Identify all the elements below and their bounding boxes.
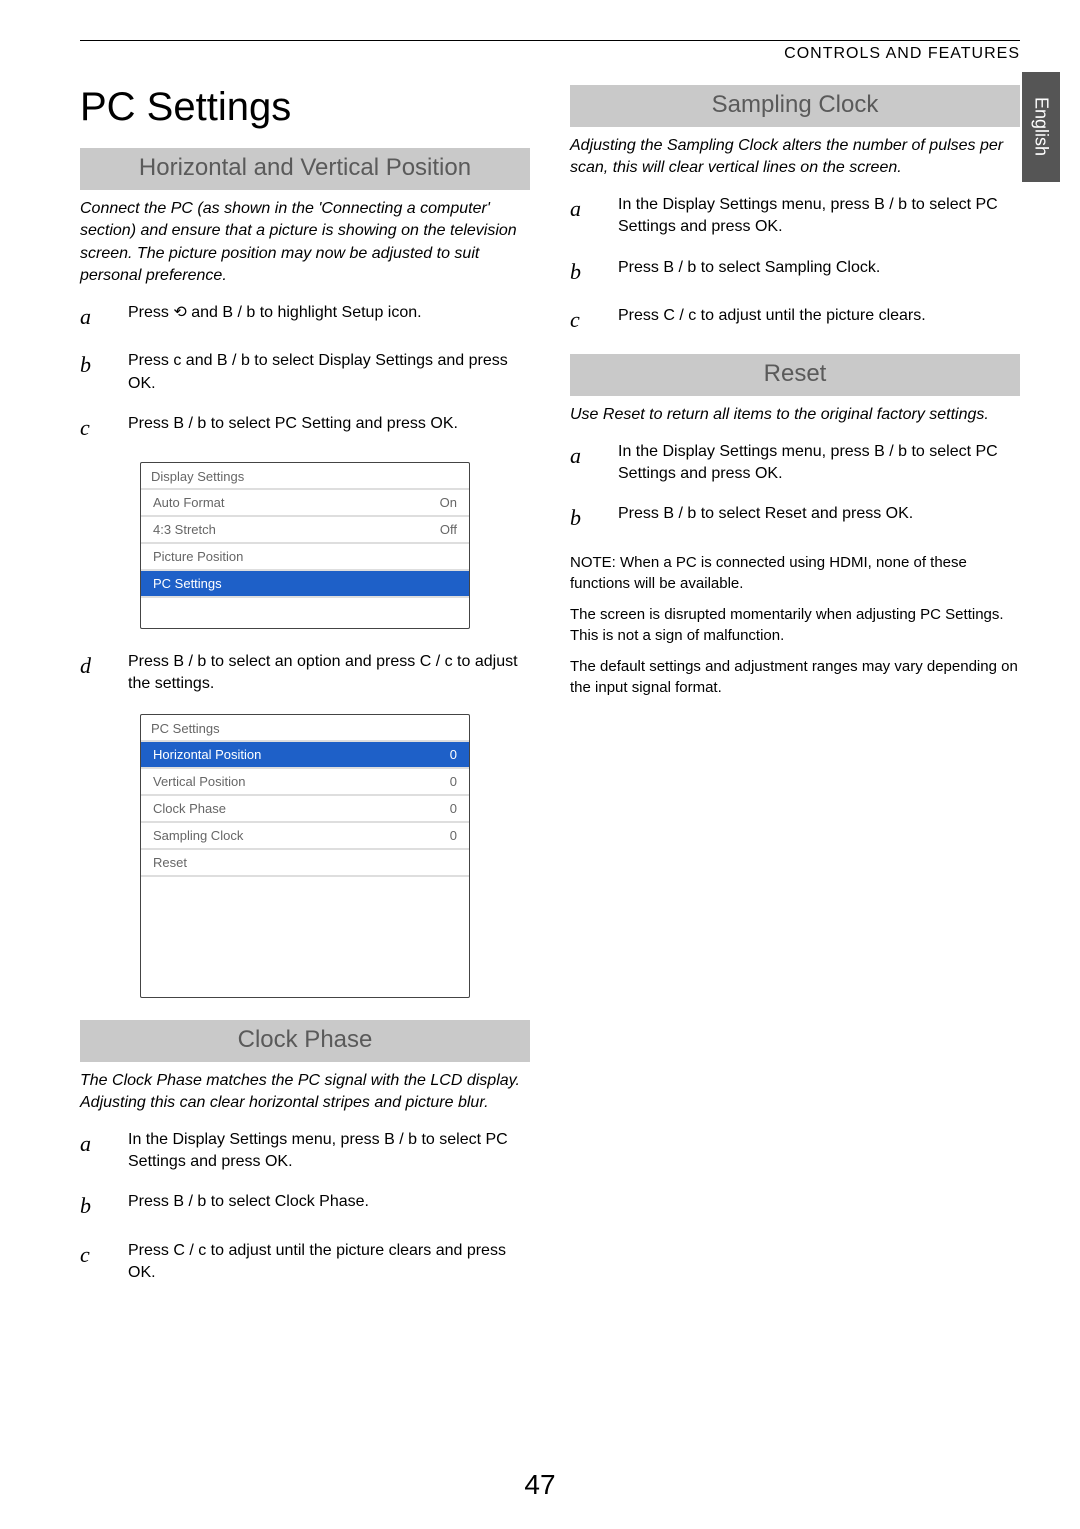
clock-phase-intro: The Clock Phase matches the PC signal wi…	[80, 1070, 530, 1115]
step-letter: a	[570, 194, 600, 239]
step-b: b Press c and B / b to select Display Se…	[80, 350, 530, 395]
display-settings-menu: Display Settings Auto Format On 4:3 Stre…	[140, 462, 470, 629]
step-body: In the Display Settings menu, press B / …	[618, 441, 1020, 486]
step-letter: b	[80, 1191, 110, 1222]
menu-row: Reset	[141, 850, 469, 877]
step-letter: a	[570, 441, 600, 486]
step-body: Press B / b to select an option and pres…	[128, 651, 530, 696]
menu-label: 4:3 Stretch	[153, 522, 216, 537]
step-body: Press B / b to select PC Setting and pre…	[128, 413, 530, 444]
step-body: Press B / b to select Clock Phase.	[128, 1191, 530, 1222]
menu-value: On	[440, 495, 457, 510]
cp-step-c: c Press C / c to adjust until the pictur…	[80, 1240, 530, 1285]
cp-step-a: a In the Display Settings menu, press B …	[80, 1129, 530, 1174]
step-letter: c	[80, 1240, 110, 1285]
menu-label: Clock Phase	[153, 801, 226, 816]
top-rule	[80, 40, 1020, 41]
cp-step-b: b Press B / b to select Clock Phase.	[80, 1191, 530, 1222]
section-clock-phase: Clock Phase	[80, 1020, 530, 1062]
sc-step-a: a In the Display Settings menu, press B …	[570, 194, 1020, 239]
menu-label: Vertical Position	[153, 774, 246, 789]
r-step-a: a In the Display Settings menu, press B …	[570, 441, 1020, 486]
sc-step-c: c Press C / c to adjust until the pictur…	[570, 305, 1020, 336]
menu-value: 0	[450, 801, 457, 816]
step-body: In the Display Settings menu, press B / …	[128, 1129, 530, 1174]
step-c: c Press B / b to select PC Setting and p…	[80, 413, 530, 444]
step-letter: a	[80, 1129, 110, 1174]
note-2: The screen is disrupted momentarily when…	[570, 604, 1020, 646]
sc-step-b: b Press B / b to select Sampling Clock.	[570, 257, 1020, 288]
sampling-intro: Adjusting the Sampling Clock alters the …	[570, 135, 1020, 180]
language-label: English	[1031, 97, 1052, 156]
page-title: PC Settings	[80, 85, 530, 130]
step-letter: c	[570, 305, 600, 336]
menu-label: Auto Format	[153, 495, 225, 510]
note-3: The default settings and adjustment rang…	[570, 656, 1020, 698]
step-letter: b	[570, 503, 600, 534]
step-body: Press B / b to select Reset and press OK…	[618, 503, 1020, 534]
menu-label: PC Settings	[153, 576, 222, 591]
step-body: Press C / c to adjust until the picture …	[618, 305, 1020, 336]
step-letter: a	[80, 302, 110, 333]
step-d: d Press B / b to select an option and pr…	[80, 651, 530, 696]
menu-row-selected: PC Settings	[141, 571, 469, 598]
hv-intro: Connect the PC (as shown in the 'Connect…	[80, 198, 530, 288]
menu-row: Sampling Clock 0	[141, 823, 469, 850]
step-body: Press c and B / b to select Display Sett…	[128, 350, 530, 395]
menu-value: 0	[450, 774, 457, 789]
section-hv-position: Horizontal and Vertical Position	[80, 148, 530, 190]
right-column: Sampling Clock Adjusting the Sampling Cl…	[570, 85, 1020, 1303]
menu-row: Clock Phase 0	[141, 796, 469, 823]
section-reset: Reset	[570, 354, 1020, 396]
step-letter: b	[570, 257, 600, 288]
menu-title: PC Settings	[141, 715, 469, 742]
menu-row: Vertical Position 0	[141, 769, 469, 796]
step-body: In the Display Settings menu, press B / …	[618, 194, 1020, 239]
r-step-b: b Press B / b to select Reset and press …	[570, 503, 1020, 534]
pc-settings-menu: PC Settings Horizontal Position 0 Vertic…	[140, 714, 470, 998]
menu-label: Picture Position	[153, 549, 243, 564]
menu-label: Sampling Clock	[153, 828, 243, 843]
menu-row-selected: Horizontal Position 0	[141, 742, 469, 769]
menu-row: Auto Format On	[141, 490, 469, 517]
language-tab: English	[1022, 72, 1060, 182]
menu-value: 0	[450, 828, 457, 843]
note-1: NOTE: When a PC is connected using HDMI,…	[570, 552, 1020, 594]
menu-value: Off	[440, 522, 457, 537]
step-body: Press B / b to select Sampling Clock.	[618, 257, 1020, 288]
menu-value: 0	[450, 747, 457, 762]
menu-row: Picture Position	[141, 544, 469, 571]
page-columns: PC Settings Horizontal and Vertical Posi…	[80, 85, 1020, 1303]
menu-row: 4:3 Stretch Off	[141, 517, 469, 544]
header-right: CONTROLS AND FEATURES	[80, 45, 1020, 63]
step-a: a Press ⟲ and B / b to highlight Setup i…	[80, 302, 530, 333]
left-column: PC Settings Horizontal and Vertical Posi…	[80, 85, 530, 1303]
step-body: Press ⟲ and B / b to highlight Setup ico…	[128, 302, 530, 333]
step-body: Press C / c to adjust until the picture …	[128, 1240, 530, 1285]
step-letter: b	[80, 350, 110, 395]
menu-label: Horizontal Position	[153, 747, 261, 762]
menu-label: Reset	[153, 855, 187, 870]
section-sampling-clock: Sampling Clock	[570, 85, 1020, 127]
step-letter: c	[80, 413, 110, 444]
step-letter: d	[80, 651, 110, 696]
reset-intro: Use Reset to return all items to the ori…	[570, 404, 1020, 426]
page-number: 47	[0, 1469, 1080, 1501]
menu-title: Display Settings	[141, 463, 469, 490]
